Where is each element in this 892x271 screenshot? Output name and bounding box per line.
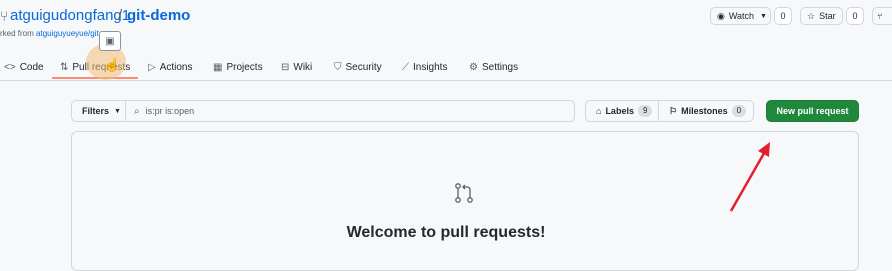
search-icon: ⌕ <box>134 105 140 117</box>
clipboard-icon: ▣ <box>105 35 115 47</box>
star-button[interactable]: ☆ Star <box>800 7 843 25</box>
tab-wiki[interactable]: ⊟ Wiki <box>281 56 312 78</box>
filters-label: Filters <box>82 106 110 116</box>
milestones-count: 0 <box>731 105 747 117</box>
floating-tool-button[interactable]: ▣ <box>99 31 121 51</box>
graph-icon: ⟋ <box>402 61 409 73</box>
labels-button[interactable]: ⌂ Labels 9 <box>585 100 659 122</box>
labels-label: Labels <box>605 106 634 116</box>
tab-projects[interactable]: ▦ Projects <box>213 56 263 78</box>
watch-count[interactable]: 0 <box>774 7 792 25</box>
repo-name-link[interactable]: git-demo <box>127 7 190 24</box>
book-icon: ⊟ <box>281 61 290 73</box>
shield-icon: ⛉ <box>334 61 342 73</box>
forked-from-link[interactable]: atguiguyueyue/git- <box>36 29 101 38</box>
caret-down-icon: ▼ <box>114 107 121 115</box>
filters-button[interactable]: Filters ▼ <box>71 100 125 122</box>
git-pull-request-icon <box>455 183 473 203</box>
annotation-arrow <box>729 142 770 212</box>
milestones-button[interactable]: ⚐ Milestones 0 <box>659 100 754 122</box>
star-count[interactable]: 0 <box>846 7 864 25</box>
labels-count: 9 <box>637 105 653 117</box>
repo-forked-icon: ⑂ <box>0 8 9 24</box>
forked-from-prefix: rked from <box>0 29 37 38</box>
git-pull-request-icon: ⇅ <box>60 61 69 73</box>
gear-icon: ⚙ <box>469 61 478 73</box>
table-icon: ▦ <box>213 61 223 73</box>
hand-cursor-icon: ☝ <box>104 57 121 72</box>
tab-settings[interactable]: ⚙ Settings <box>469 56 518 78</box>
star-label: Star <box>819 11 836 21</box>
forked-from-text: rked from atguiguyueyue/git- <box>0 29 101 38</box>
tab-label: Actions <box>159 61 193 73</box>
watch-button[interactable]: ◉ Watch ▼ <box>710 7 771 25</box>
star-icon: ☆ <box>807 10 816 21</box>
eye-icon: ◉ <box>717 10 725 21</box>
tab-label: Settings <box>481 61 519 73</box>
tab-label: Wiki <box>293 61 313 73</box>
search-field[interactable]: ⌕ <box>125 100 575 122</box>
tab-label: Code <box>19 61 44 73</box>
repo-path-separator: / <box>118 7 123 24</box>
repo-owner-link[interactable]: atguigudongfang1 <box>10 7 130 24</box>
code-icon: <> <box>4 61 16 73</box>
milestones-label: Milestones <box>681 106 728 116</box>
tag-icon: ⌂ <box>596 106 602 116</box>
play-icon: ▷ <box>148 61 156 73</box>
caret-down-icon: ▼ <box>760 12 767 20</box>
blankslate-title: Welcome to pull requests! <box>346 224 546 241</box>
repo-forked-icon: ⑂ <box>877 11 883 21</box>
repo-header: ⑂ atguigudongfang1 / git-demo rked from … <box>0 0 892 81</box>
tab-insights[interactable]: ⟋ Insights <box>402 56 447 78</box>
repo-nav-tabs: <> Code ⇅ Pull requests ▷ Actions ▦ Proj… <box>0 56 892 78</box>
tab-label: Projects <box>226 61 263 73</box>
tab-code[interactable]: <> Code <box>4 56 44 78</box>
milestone-icon: ⚐ <box>669 105 678 116</box>
tab-security[interactable]: ⛉ Security <box>334 56 382 78</box>
search-input[interactable] <box>145 106 546 116</box>
tab-label: Insights <box>413 61 448 73</box>
tab-actions[interactable]: ▷ Actions <box>148 56 193 78</box>
watch-label: Watch <box>728 11 755 21</box>
fork-button[interactable]: ⑂ <box>872 7 892 25</box>
new-pull-request-button[interactable]: New pull request <box>766 100 859 122</box>
tab-label: Security <box>345 61 382 73</box>
